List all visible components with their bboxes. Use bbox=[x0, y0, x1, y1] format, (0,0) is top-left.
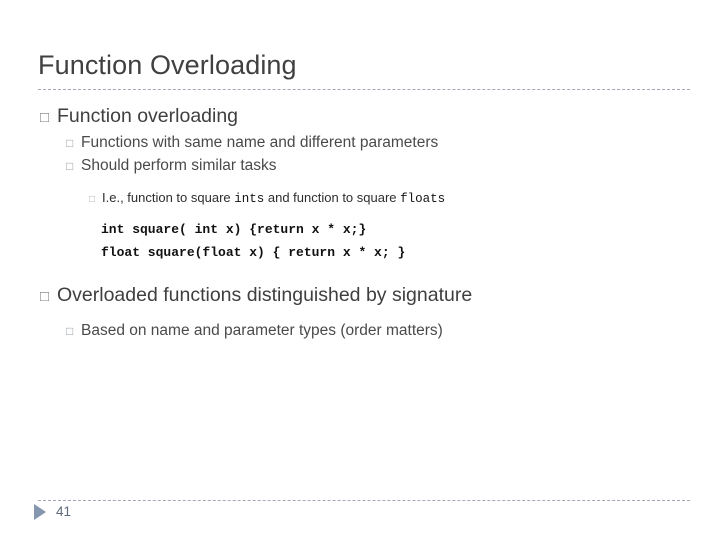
bullet-label: Overloaded functions distinguished by si… bbox=[57, 284, 473, 306]
example-mid-text: and function to square bbox=[264, 190, 401, 205]
play-triangle-icon bbox=[34, 504, 46, 520]
example-lead-text: I.e., function to square bbox=[102, 190, 235, 205]
bullet-square-icon: □ bbox=[40, 288, 50, 305]
page-title: Function Overloading bbox=[38, 50, 297, 80]
example-type-floats: floats bbox=[400, 192, 446, 206]
bullet-similar-tasks: □ Should perform similar tasks bbox=[66, 154, 720, 177]
bullet-square-icon: □ bbox=[66, 159, 74, 173]
code-line-float-square: float square(float x) { return x * x; } bbox=[101, 245, 406, 260]
title-divider bbox=[38, 89, 690, 90]
bullet-label: Function overloading bbox=[57, 105, 239, 127]
code-sample: int square( int x) {return x * x;} float… bbox=[0, 218, 720, 264]
bullet-label: Based on name and parameter types (order… bbox=[81, 322, 443, 339]
bullet-example-square: □ I.e., function to square ints and func… bbox=[89, 188, 720, 209]
example-type-ints: ints bbox=[234, 192, 265, 206]
bullet-label: Should perform similar tasks bbox=[81, 157, 277, 174]
bullet-square-icon: □ bbox=[66, 136, 74, 150]
bullet-functions-same-name: □ Functions with same name and different… bbox=[66, 131, 720, 154]
slide: Function Overloading □ Function overload… bbox=[0, 0, 720, 540]
footer-divider bbox=[38, 500, 690, 501]
bullet-based-on-name: □ Based on name and parameter types (ord… bbox=[66, 319, 720, 342]
bullet-label: Functions with same name and different p… bbox=[81, 134, 439, 151]
bullet-label: I.e., function to square ints and functi… bbox=[102, 188, 445, 209]
page-number: 41 bbox=[56, 504, 72, 520]
bullet-overloaded-signature: □ Overloaded functions distinguished by … bbox=[40, 282, 720, 308]
bullet-function-overloading: □ Function overloading bbox=[40, 103, 720, 129]
footer: 41 bbox=[34, 504, 71, 520]
bullet-square-icon: □ bbox=[66, 324, 74, 338]
code-line-int-square: int square( int x) {return x * x;} bbox=[101, 222, 367, 237]
bullet-square-icon: □ bbox=[40, 109, 50, 126]
slide-body: □ Function overloading □ Functions with … bbox=[0, 103, 720, 342]
bullet-square-icon: □ bbox=[89, 194, 96, 205]
